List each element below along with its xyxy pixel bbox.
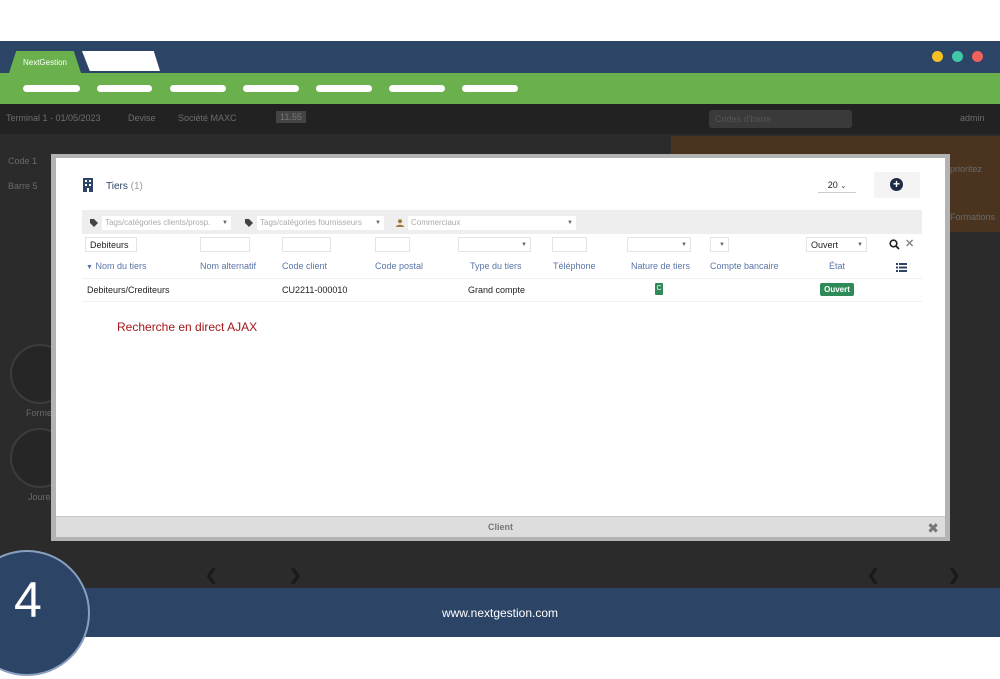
toolbar-placeholder-3	[170, 85, 226, 92]
toolbar-placeholder-5	[316, 85, 372, 92]
caret-down-icon: ▼	[521, 242, 527, 248]
filter-client-code-input[interactable]	[282, 237, 331, 252]
table-header-row: ▼ Nom du tiers Nom alternatif Code clien…	[82, 258, 922, 276]
cell-type: Grand compte	[468, 285, 526, 295]
window-close-dot[interactable]	[972, 51, 983, 62]
browser-tab-blank[interactable]	[82, 51, 160, 71]
add-tiers-button[interactable]: +	[874, 172, 920, 198]
column-header-name-label: Nom du tiers	[95, 261, 147, 271]
barcode-search-input[interactable]: Codes d'barre	[709, 110, 852, 128]
modal-footer: Client ✖	[56, 516, 945, 537]
filter-nature-select[interactable]: ▼	[627, 237, 691, 252]
tiers-title: Tiers (1)	[106, 181, 143, 192]
modal-footer-label: Client	[487, 522, 513, 532]
filter-state-select[interactable]: Ouvert ▼	[806, 237, 867, 252]
caret-down-icon: ▼	[681, 242, 687, 248]
sales-reps-select[interactable]: Commerciaux ▼	[408, 216, 576, 230]
tag-icon	[245, 219, 253, 227]
sort-down-icon: ▼	[86, 264, 93, 271]
cell-name[interactable]: Debiteurs/Crediteurs	[87, 285, 170, 295]
page-size-select[interactable]: 20 ⌄	[818, 178, 856, 193]
currency-label[interactable]: Devise	[128, 113, 156, 123]
chevron-left-icon[interactable]: ❮	[205, 566, 218, 584]
nature-badge: C	[655, 283, 663, 295]
tiers-modal: Tiers (1) 20 ⌄ + Tags/catégories clients…	[56, 158, 945, 516]
left-label: Code 1	[8, 156, 38, 166]
caret-down-icon: ▼	[719, 242, 725, 248]
right-label-2: Formations	[950, 212, 996, 222]
product-label-1: Forme	[26, 408, 53, 418]
client-tags-placeholder: Tags/catégories clients/prosp.	[105, 218, 211, 227]
left-label-2: Barre 5	[8, 181, 38, 191]
close-icon[interactable]: ✖	[927, 517, 939, 539]
filter-state-value: Ouvert	[811, 240, 839, 250]
chevron-left-icon[interactable]: ❮	[867, 566, 880, 584]
tiers-title-text: Tiers	[106, 181, 128, 192]
filter-postal-code-input[interactable]	[375, 237, 410, 252]
table-row[interactable]: Debiteurs/Crediteurs CU2211-000010 Grand…	[82, 278, 922, 302]
caret-down-icon: ▼	[857, 242, 863, 248]
column-header-name[interactable]: ▼ Nom du tiers	[86, 261, 146, 271]
search-icon[interactable]	[889, 239, 900, 250]
browser-tab-nextgestion[interactable]: NextGestion	[9, 51, 81, 73]
chevron-down-icon: ⌄	[840, 183, 847, 190]
window-minimize-dot[interactable]	[932, 51, 943, 62]
column-header-nature[interactable]: Nature de tiers	[631, 261, 690, 271]
tag-icon	[90, 219, 98, 227]
column-header-client-code[interactable]: Code client	[282, 261, 327, 271]
close-icon[interactable]: ✕	[905, 237, 914, 250]
toolbar-placeholder-6	[389, 85, 445, 92]
column-filter-row: Debiteurs ▼ ▼ ▼ Ouvert ▼ ✕	[82, 234, 922, 256]
column-header-postal-code[interactable]: Code postal	[375, 261, 423, 271]
caret-down-icon: ▼	[222, 220, 228, 226]
supplier-tags-placeholder: Tags/catégories fournisseurs	[260, 218, 362, 227]
building-icon	[83, 178, 93, 192]
sales-reps-placeholder: Commerciaux	[411, 218, 461, 227]
app-topbar: Terminal 1 - 01/05/2023 Devise Société M…	[0, 104, 1000, 134]
column-header-state[interactable]: État	[829, 261, 845, 271]
page-size-value: 20	[827, 180, 838, 190]
site-footer: www.nextgestion.com	[0, 588, 1000, 637]
plus-circle-icon: +	[890, 178, 903, 191]
product-label-2: Joure	[28, 492, 51, 502]
caret-down-icon: ▼	[567, 220, 573, 226]
filter-phone-input[interactable]	[552, 237, 587, 252]
right-label: prioritez	[950, 164, 983, 174]
supplier-tags-select[interactable]: Tags/catégories fournisseurs ▼	[257, 216, 384, 230]
column-header-type[interactable]: Type du tiers	[470, 261, 522, 271]
site-url[interactable]: www.nextgestion.com	[0, 588, 1000, 638]
filter-alt-name-input[interactable]	[200, 237, 250, 252]
step-number: 4	[14, 572, 42, 628]
caret-down-icon: ▼	[375, 220, 381, 226]
filter-type-select[interactable]: ▼	[458, 237, 531, 252]
amount-badge: 11.55	[276, 111, 306, 123]
filter-name-input[interactable]: Debiteurs	[85, 237, 137, 252]
status-badge: Ouvert	[820, 283, 854, 296]
company-label[interactable]: Société MAXC	[178, 113, 237, 123]
chevron-right-icon[interactable]: ❯	[289, 566, 302, 584]
tag-filter-bar: Tags/catégories clients/prosp. ▼ Tags/ca…	[82, 210, 922, 234]
column-header-phone[interactable]: Téléphone	[553, 261, 596, 271]
client-tags-select[interactable]: Tags/catégories clients/prosp. ▼	[102, 216, 231, 230]
toolbar-placeholder-7	[462, 85, 518, 92]
terminal-label: Terminal 1 - 01/05/2023	[6, 113, 101, 123]
tiers-count: (1)	[130, 181, 143, 192]
filter-bank-select[interactable]: ▼	[710, 237, 729, 252]
chevron-right-icon[interactable]: ❯	[948, 566, 961, 584]
cell-client-code: CU2211-000010	[282, 285, 348, 295]
user-menu[interactable]: admin	[960, 113, 985, 123]
list-icon[interactable]	[896, 263, 907, 272]
window-maximize-dot[interactable]	[952, 51, 963, 62]
toolbar-placeholder-1	[23, 85, 80, 92]
toolbar-placeholder-2	[97, 85, 152, 92]
user-icon	[396, 219, 404, 227]
toolbar-placeholder-4	[243, 85, 299, 92]
column-header-bank[interactable]: Compte bancaire	[710, 261, 779, 271]
column-header-alt-name[interactable]: Nom alternatif	[200, 261, 256, 271]
ajax-search-note: Recherche en direct AJAX	[117, 320, 258, 334]
